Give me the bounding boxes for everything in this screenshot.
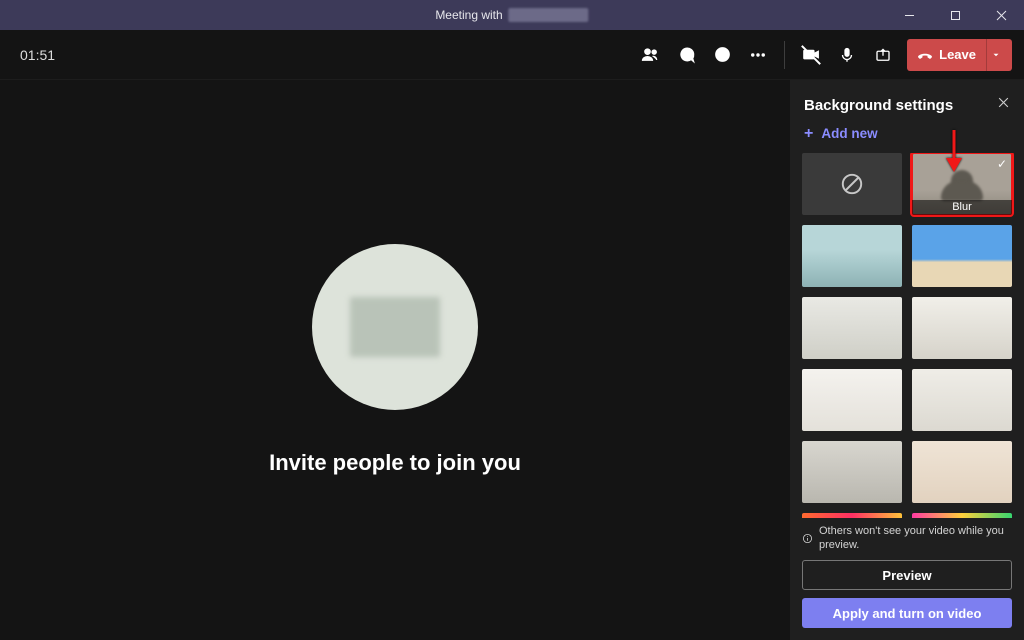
none-icon	[839, 171, 865, 197]
panel-title: Background settings	[804, 97, 953, 114]
share-button[interactable]	[865, 37, 901, 73]
hangup-icon	[917, 47, 933, 63]
background-tile-image[interactable]	[802, 513, 902, 518]
background-tile-image[interactable]	[802, 225, 902, 287]
invite-text: Invite people to join you	[269, 450, 521, 476]
mic-toggle-button[interactable]	[829, 37, 865, 73]
self-avatar	[312, 244, 478, 410]
leave-dropdown[interactable]	[986, 39, 1004, 71]
background-tile-image[interactable]	[912, 441, 1012, 503]
preview-button[interactable]: Preview	[802, 560, 1012, 590]
toolbar-separator	[784, 41, 785, 69]
blur-label: Blur	[912, 200, 1012, 215]
plus-icon: +	[804, 127, 813, 141]
background-tile-image[interactable]	[802, 297, 902, 359]
apply-button[interactable]: Apply and turn on video	[802, 598, 1012, 628]
notice-text: Others won't see your video while you pr…	[819, 524, 1012, 552]
meeting-stage: Invite people to join you	[0, 80, 790, 640]
redacted-name	[509, 8, 589, 22]
check-icon: ✓	[997, 157, 1007, 171]
info-icon	[802, 532, 813, 545]
background-tile-image[interactable]	[912, 225, 1012, 287]
background-tile-none[interactable]	[802, 153, 902, 215]
background-tile-image[interactable]	[802, 369, 902, 431]
window-minimize-button[interactable]	[886, 0, 932, 30]
chat-button[interactable]	[668, 37, 704, 73]
apply-button-label: Apply and turn on video	[833, 606, 982, 621]
add-new-label: Add new	[821, 126, 877, 141]
background-tile-image[interactable]	[912, 369, 1012, 431]
meeting-toolbar: 01:51 Leave	[0, 30, 1024, 80]
preview-notice: Others won't see your video while you pr…	[802, 524, 1012, 552]
window-maximize-button[interactable]	[932, 0, 978, 30]
participants-button[interactable]	[632, 37, 668, 73]
panel-close-button[interactable]	[997, 96, 1010, 114]
leave-label: Leave	[939, 47, 976, 62]
background-grid: ✓ Blur	[790, 153, 1024, 518]
background-tile-image[interactable]	[912, 297, 1012, 359]
reactions-button[interactable]	[704, 37, 740, 73]
background-tile-blur[interactable]: ✓ Blur	[912, 153, 1012, 215]
avatar-placeholder	[350, 297, 440, 357]
meeting-timer: 01:51	[20, 47, 55, 63]
camera-toggle-button[interactable]	[793, 37, 829, 73]
window-titlebar: Meeting with	[0, 0, 1024, 30]
background-tile-image[interactable]	[802, 441, 902, 503]
window-title-prefix: Meeting with	[435, 8, 502, 22]
background-settings-panel: Background settings + Add new ✓ Blur	[790, 80, 1024, 640]
window-close-button[interactable]	[978, 0, 1024, 30]
preview-button-label: Preview	[882, 568, 931, 583]
leave-button[interactable]: Leave	[907, 39, 1012, 71]
more-actions-button[interactable]	[740, 37, 776, 73]
add-new-background-button[interactable]: + Add new	[790, 120, 1024, 153]
background-tile-image[interactable]	[912, 513, 1012, 518]
window-title: Meeting with	[435, 8, 588, 22]
